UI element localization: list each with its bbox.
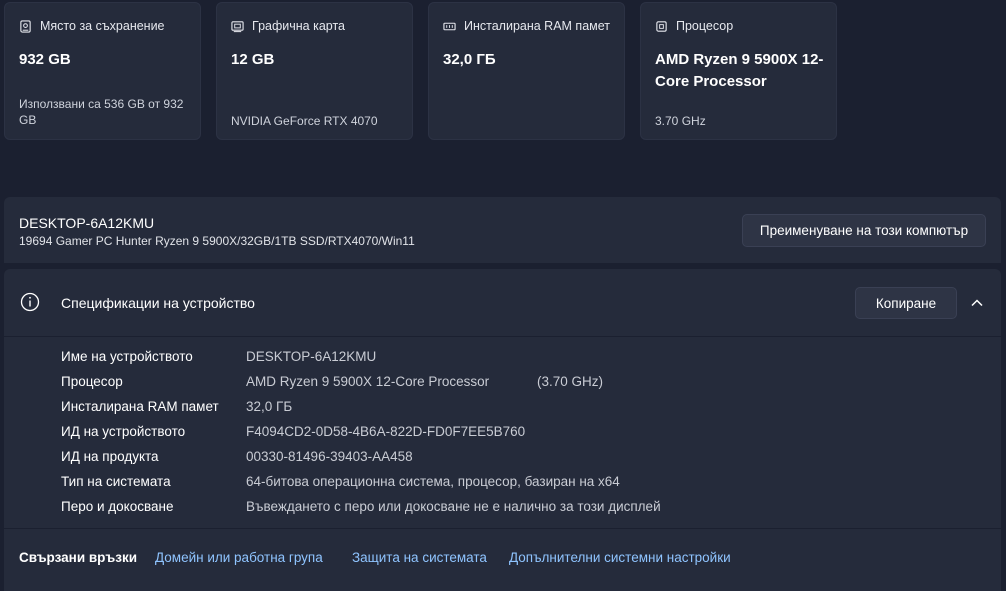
spec-key: Процесор <box>61 374 123 389</box>
gpu-model: NVIDIA GeForce RTX 4070 <box>231 114 378 128</box>
spec-key: Инсталирана RAM памет <box>61 399 219 414</box>
pc-model: 19694 Gamer PC Hunter Ryzen 9 5900X/32GB… <box>19 234 415 248</box>
info-icon <box>20 292 40 312</box>
device-specs-panel: Спецификации на устройство Копиране Име … <box>4 269 1001 528</box>
advanced-system-settings-link[interactable]: Допълнителни системни настройки <box>509 550 731 565</box>
spec-value: 32,0 ГБ <box>246 399 293 414</box>
pc-name: DESKTOP-6A12KMU <box>19 215 155 231</box>
storage-icon <box>20 19 31 33</box>
spec-row-processor: Процесор AMD Ryzen 9 5900X 12-Core Proce… <box>61 374 603 389</box>
spec-extra: (3.70 GHz) <box>537 374 604 389</box>
gpu-label: Графична карта <box>252 19 345 33</box>
device-specs-header[interactable]: Спецификации на устройство Копиране <box>4 269 1001 337</box>
spec-key: ИД на продукта <box>61 449 159 464</box>
spec-value: AMD Ryzen 9 5900X 12-Core Processor <box>246 374 490 389</box>
cpu-label: Процесор <box>676 19 734 33</box>
pc-name-panel: DESKTOP-6A12KMU 19694 Gamer PC Hunter Ry… <box>4 197 1001 263</box>
storage-usage: Използвани са 536 GB от 932 GB <box>19 97 184 127</box>
spec-value: 64-битова операционна система, процесор,… <box>246 474 620 489</box>
domain-workgroup-link[interactable]: Домейн или работна група <box>155 550 323 565</box>
storage-label: Място за съхранение <box>40 19 165 33</box>
gpu-icon <box>231 20 244 32</box>
ram-card-header: Инсталирана RAM памет <box>443 19 610 33</box>
storage-value: 932 GB <box>19 51 71 68</box>
spec-key: Перо и докосване <box>61 499 174 514</box>
spec-key: Име на устройството <box>61 349 193 364</box>
related-links-title: Свързани връзки <box>19 550 138 565</box>
ram-card[interactable]: Инсталирана RAM памет 32,0 ГБ <box>428 2 625 140</box>
spec-row-pen-touch: Перо и докосване Въвеждането с перо или … <box>61 499 661 514</box>
ram-icon <box>443 22 456 30</box>
rename-pc-button[interactable]: Преименуване на този компютър <box>742 214 986 247</box>
device-specs-title: Спецификации на устройство <box>61 295 255 311</box>
spec-row-ram: Инсталирана RAM памет 32,0 ГБ <box>61 399 292 414</box>
spec-key: Тип на системата <box>61 474 171 489</box>
storage-card-header: Място за съхранение <box>19 19 165 33</box>
copy-button[interactable]: Копиране <box>855 287 957 319</box>
cpu-card[interactable]: Процесор AMD Ryzen 9 5900X 12-Core Proce… <box>640 2 837 140</box>
spec-row-system-type: Тип на системата 64-битова операционна с… <box>61 474 620 489</box>
related-links-panel: Свързани връзки <box>4 529 1001 591</box>
system-protection-link[interactable]: Защита на системата <box>352 550 487 565</box>
cpu-speed: 3.70 GHz <box>655 114 706 128</box>
chevron-up-icon[interactable] <box>970 296 984 310</box>
spec-value: 00330-81496-39403-AA458 <box>246 449 413 464</box>
spec-row-product-id: ИД на продукта 00330-81496-39403-AA458 <box>61 449 413 464</box>
spec-value: Въвеждането с перо или докосване не е на… <box>246 499 661 514</box>
gpu-card-header: Графична карта <box>231 19 345 33</box>
spec-value: DESKTOP-6A12KMU <box>246 349 377 364</box>
spec-key: ИД на устройството <box>61 424 186 439</box>
spec-row-device-name: Име на устройството DESKTOP-6A12KMU <box>61 349 376 364</box>
cpu-value: AMD Ryzen 9 5900X 12-Core Processor <box>655 51 824 90</box>
cpu-card-header: Процесор <box>655 19 733 33</box>
spec-row-device-id: ИД на устройството F4094CD2-0D58-4B6A-82… <box>61 424 525 439</box>
cpu-icon <box>656 20 667 32</box>
spec-value: F4094CD2-0D58-4B6A-822D-FD0F7EE5B760 <box>246 424 526 439</box>
ram-value: 32,0 ГБ <box>443 51 496 68</box>
storage-card[interactable]: Място за съхранение 932 GB Използвани са… <box>4 2 201 140</box>
ram-label: Инсталирана RAM памет <box>464 19 611 33</box>
gpu-memory-value: 12 GB <box>231 51 275 68</box>
gpu-card[interactable]: Графична карта 12 GB NVIDIA GeForce RTX … <box>216 2 413 140</box>
